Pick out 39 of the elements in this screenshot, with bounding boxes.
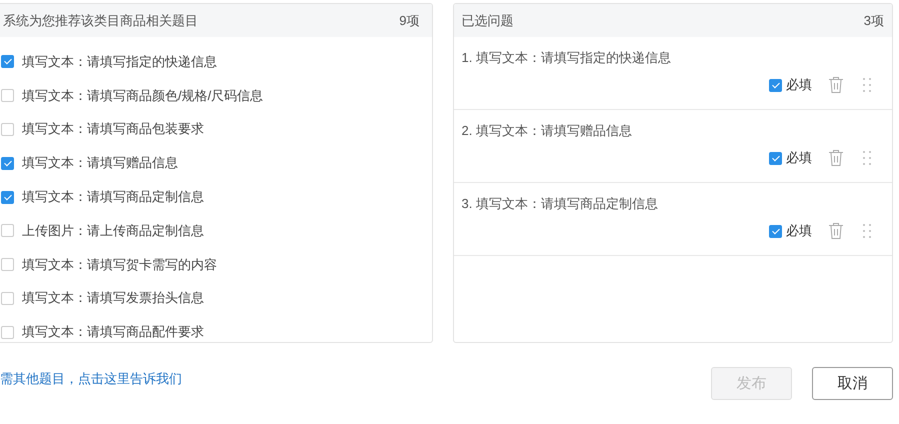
checkbox[interactable]	[1, 224, 14, 238]
question-label: 1. 填写文本：请填写指定的快递信息	[462, 49, 672, 67]
question-label[interactable]: 填写文本：请填写赠品信息	[22, 154, 178, 172]
question-label[interactable]: 填写文本：请填写商品颜色/规格/尺码信息	[22, 86, 264, 105]
question-label[interactable]: 填写文本：请填写指定的快递信息	[22, 52, 217, 71]
checkbox[interactable]	[1, 190, 14, 204]
drag-handle-icon[interactable]	[862, 223, 872, 239]
checkbox[interactable]	[769, 152, 782, 164]
item-count: 9项	[399, 12, 420, 30]
trash-icon[interactable]	[828, 222, 844, 240]
question-label[interactable]: 填写文本：请填写发票抬头信息	[22, 289, 204, 308]
question-label[interactable]: 填写文本：请填写贺卡需写的内容	[22, 256, 217, 274]
required-label: 必填	[786, 76, 812, 94]
question-label[interactable]: 填写文本：请填写商品包装要求	[22, 120, 204, 138]
question-label: 2. 填写文本：请填写赠品信息	[462, 122, 633, 140]
feedback-link[interactable]: 需其他题目，点击这里告诉我们	[0, 370, 182, 388]
question-label[interactable]: 上传图片：请上传商品定制信息	[22, 222, 204, 240]
required-label: 必填	[786, 149, 812, 167]
checkbox[interactable]	[769, 78, 782, 92]
drag-handle-icon[interactable]	[862, 77, 872, 93]
panel-title: 已选问题	[462, 12, 514, 30]
checkbox[interactable]	[1, 89, 14, 102]
question-label: 3. 填写文本：请填写商品定制信息	[462, 195, 659, 213]
checkbox[interactable]	[1, 55, 14, 68]
item-count: 3项	[864, 12, 884, 30]
drag-handle-icon[interactable]	[862, 150, 872, 166]
cancel-button[interactable]: 取消	[812, 367, 893, 400]
checkbox[interactable]	[769, 224, 782, 238]
panel-title: 系统为您推荐该类目商品相关题目	[3, 12, 198, 30]
required-label: 必填	[786, 222, 812, 240]
checkbox[interactable]	[1, 156, 14, 170]
checkbox[interactable]	[1, 122, 14, 136]
trash-icon[interactable]	[828, 149, 844, 167]
question-label[interactable]: 填写文本：请填写商品配件要求	[22, 323, 204, 342]
checkbox[interactable]	[1, 292, 14, 305]
checkbox[interactable]	[1, 258, 14, 272]
trash-icon[interactable]	[828, 76, 844, 94]
question-label[interactable]: 填写文本：请填写商品定制信息	[22, 188, 204, 206]
checkbox[interactable]	[1, 326, 14, 339]
